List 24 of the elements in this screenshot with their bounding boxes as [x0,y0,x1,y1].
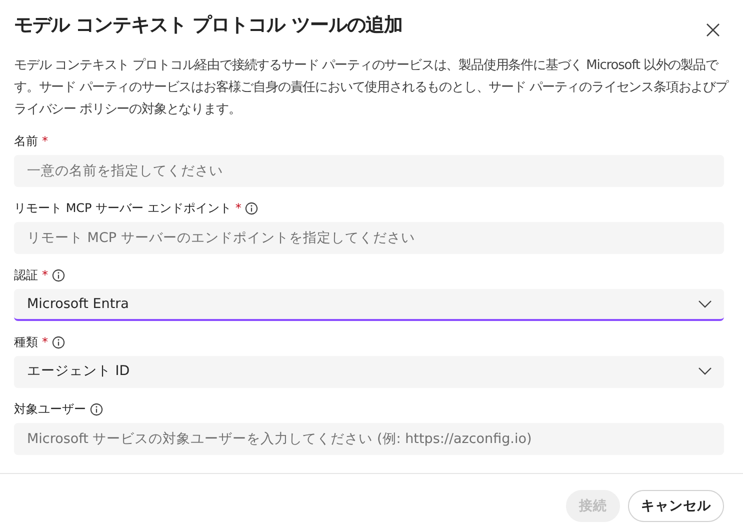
text-field[interactable]: リモート MCP サーバーのエンドポイントを指定してください [14,222,724,254]
info-icon[interactable] [90,402,103,416]
info-icon[interactable] [52,268,65,282]
field-label: 種類 [14,334,38,350]
text-field[interactable]: Microsoft サービスの対象ユーザーを入力してください (例: https://azconfig.io) [14,423,724,455]
dropdown[interactable]: Microsoft Entra [14,289,724,321]
chevron-down-icon [698,367,712,375]
cancel-button[interactable]: キャンセル [628,490,724,522]
chevron-down-icon [698,300,712,308]
field-label: 名前 [14,132,38,150]
field-label: 認証 [14,266,38,284]
required-mark: * [42,335,48,349]
info-icon[interactable] [52,336,65,348]
required-mark: * [42,134,48,148]
field-label: リモート MCP サーバー エンドポイント [14,200,232,216]
description-text: モデル コンテキスト プロトコル経由で接続するサード パーティのサービスは、製品使用条件に基づく Microsoft 以外の製品です。サード パーティのサービスはお客様ご自身の責任において使用されるものとし、サード パーティのライセンス条項およびプライバシー ポリシーの対象となります。 [14,57,729,119]
dropdown[interactable]: エージェント ID [14,356,724,388]
info-icon[interactable] [245,202,258,214]
dialog-title: モデル コンテキスト プロトコル ツールの追加 [14,13,402,38]
field-label: 対象ユーザー [14,400,86,418]
required-mark: * [42,268,48,282]
close-icon [706,23,720,37]
text-field[interactable]: 一意の名前を指定してください [14,155,724,187]
required-mark: * [235,201,242,215]
